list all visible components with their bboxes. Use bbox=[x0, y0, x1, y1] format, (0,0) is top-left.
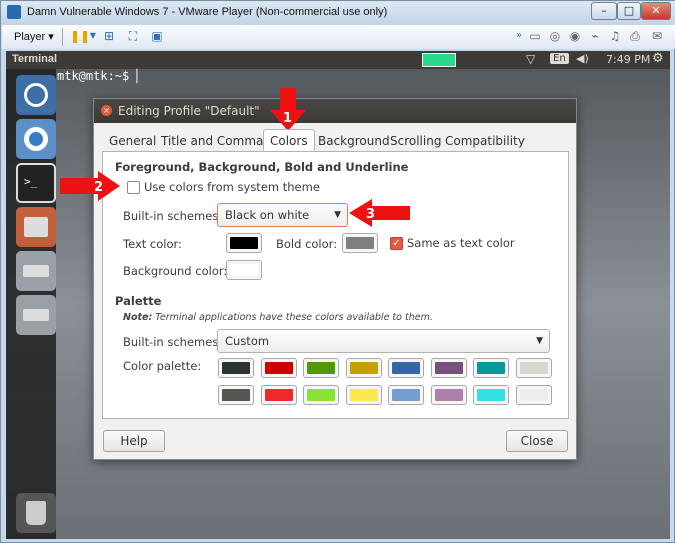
annotation-arrow-2 bbox=[60, 171, 120, 201]
annotation-arrow-3 bbox=[349, 199, 410, 227]
annotation-number-3: 3 bbox=[366, 207, 375, 222]
tab-colors[interactable]: Colors bbox=[263, 129, 315, 151]
annotation-number-1: 1 bbox=[283, 111, 292, 126]
annotation-layer: 1 2 3 bbox=[60, 88, 410, 227]
annotation-number-2: 2 bbox=[94, 180, 103, 195]
